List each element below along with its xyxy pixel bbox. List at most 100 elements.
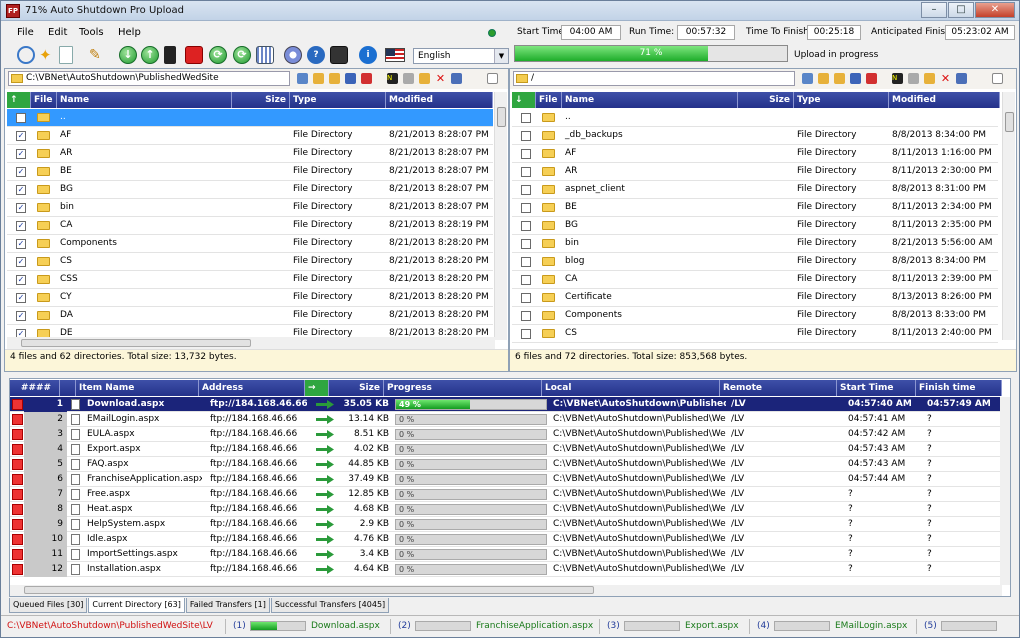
file-row[interactable]: aspnet_client File Directory 8/8/2013 8:31… [512,181,998,199]
row-checkbox[interactable] [521,275,531,285]
queue-row[interactable]: 1 Download.aspx ftp://184.168.46.66 35.05 K… [10,397,1002,412]
row-checkbox[interactable]: ✓ [16,257,26,267]
row-checkbox[interactable] [521,185,531,195]
chevron-down-icon[interactable]: ▼ [494,49,508,63]
row-checkbox[interactable]: ✓ [16,131,26,141]
menu-edit[interactable]: Edit [48,27,67,38]
remote-vscroll[interactable] [1002,92,1015,340]
file-row[interactable]: ✓ BE File Directory 8/21/2013 8:28:07 PM [7,163,493,181]
row-checkbox[interactable]: ✓ [16,167,26,177]
queue-row[interactable]: 11 ImportSettings.aspx ftp://184.168.46.66… [10,547,1002,562]
col-file[interactable]: File [536,92,562,108]
settings-icon[interactable] [284,46,302,64]
row-checkbox[interactable]: ✓ [16,239,26,249]
tab-successful-transfers[interactable]: Successful Transfers [4045] [270,598,390,613]
down-arrow-icon[interactable]: ↓ [512,92,536,108]
folder-up-icon[interactable] [313,73,324,84]
col-size[interactable]: Size [738,92,794,108]
file-row[interactable]: blog File Directory 8/8/2013 8:34:00 PM [512,253,998,271]
row-checkbox[interactable] [521,293,531,303]
tab-queued-files[interactable]: Queued Files [30] [9,598,88,613]
file-row[interactable]: CA File Directory 8/11/2013 2:39:00 PM [512,271,998,289]
queue-row[interactable]: 3 EULA.aspx ftp://184.168.46.66 8.51 KB 0 % C… [10,427,1002,442]
row-checkbox[interactable] [521,167,531,177]
col-modified[interactable]: Modified [889,92,1000,108]
col-remote[interactable]: Remote [720,380,837,396]
queue-vscroll[interactable] [1000,397,1010,585]
col-address[interactable]: Address [199,380,305,396]
row-checkbox[interactable] [521,149,531,159]
doc-icon[interactable] [992,73,1003,84]
menu-help[interactable]: Help [118,27,141,38]
tab-failed-transfers[interactable]: Failed Transfers [1] [185,598,270,613]
filter-icon[interactable]: N [892,73,903,84]
monitor-icon[interactable] [330,46,348,64]
col-type-icon[interactable] [60,380,76,396]
row-checkbox[interactable] [521,113,531,123]
minimize-button[interactable]: – [921,2,947,18]
queue-row[interactable]: 6 FranchiseApplication.aspx ftp://184.168.… [10,472,1002,487]
col-name[interactable]: Name [562,92,738,108]
copy-icon[interactable] [908,73,919,84]
refresh2-icon[interactable]: ⟳ [233,46,251,64]
row-checkbox[interactable]: ✓ [16,293,26,303]
file-row[interactable]: ✓ bin File Directory 8/21/2013 8:28:07 PM [7,199,493,217]
row-checkbox[interactable]: ✓ [16,203,26,213]
file-row[interactable]: .. [512,109,998,127]
file-row[interactable]: BE File Directory 8/11/2013 2:34:00 PM [512,199,998,217]
file-row[interactable]: ✓ BG File Directory 8/21/2013 8:28:07 PM [7,181,493,199]
download-green-icon[interactable]: ↓ [119,46,137,64]
delete-icon[interactable]: ✕ [940,73,951,84]
row-checkbox[interactable]: ✓ [16,185,26,195]
menu-tools[interactable]: Tools [79,27,104,38]
col-name[interactable]: Name [57,92,232,108]
col-file[interactable]: File [31,92,57,108]
stop-pane-icon[interactable] [361,73,372,84]
info-icon[interactable]: i [359,46,377,64]
wand-icon[interactable]: ✦ [39,46,57,64]
row-checkbox[interactable] [521,239,531,249]
queue-row[interactable]: 2 EMailLogin.aspx ftp://184.168.46.66 13.14… [10,412,1002,427]
row-checkbox[interactable] [521,203,531,213]
menu-file[interactable]: File [17,27,34,38]
tab-current-directory[interactable]: Current Directory [63] [88,598,185,613]
up-arrow-icon[interactable]: ↑ [7,92,31,108]
folder-new-icon[interactable] [329,73,340,84]
row-checkbox[interactable]: ✓ [16,311,26,321]
col-type[interactable]: Type [794,92,889,108]
stop-pane-icon[interactable] [866,73,877,84]
file-row[interactable]: .. [7,109,493,127]
row-checkbox[interactable] [16,113,26,123]
refresh-pane-icon[interactable] [345,73,356,84]
file-row[interactable]: ✓ Components File Directory 8/21/2013 8:28:… [7,235,493,253]
stop-icon[interactable] [185,46,203,64]
grid-icon[interactable] [256,46,274,64]
properties-icon[interactable] [451,73,462,84]
file-row[interactable]: AF File Directory 8/11/2013 1:16:00 PM [512,145,998,163]
file-row[interactable]: ✓ CY File Directory 8/21/2013 8:28:20 PM [7,289,493,307]
file-row[interactable]: _db_backups File Directory 8/8/2013 8:34:0… [512,127,998,145]
folder-open-icon[interactable] [419,73,430,84]
doc-icon[interactable] [487,73,498,84]
local-path-field[interactable]: C:\VBNet\AutoShutdown\PublishedWedSite [8,71,290,86]
close-button[interactable]: ✕ [975,2,1015,18]
col-type[interactable]: Type [290,92,386,108]
file-row[interactable]: BG File Directory 8/11/2013 2:35:00 PM [512,217,998,235]
file-row[interactable]: bin File Directory 8/21/2013 5:56:00 AM [512,235,998,253]
file-row[interactable]: ✓ AR File Directory 8/21/2013 8:28:07 PM [7,145,493,163]
local-vscroll[interactable] [494,92,507,340]
file-row[interactable]: ✓ CA File Directory 8/21/2013 8:28:19 PM [7,217,493,235]
queue-row[interactable]: 10 Idle.aspx ftp://184.168.46.66 4.76 KB 0 %… [10,532,1002,547]
copy-icon[interactable] [403,73,414,84]
row-checkbox[interactable] [521,131,531,141]
properties-icon[interactable] [956,73,967,84]
upload-green-icon[interactable]: ↑ [141,46,159,64]
view-icon[interactable] [802,73,813,84]
queue-row[interactable]: 4 Export.aspx ftp://184.168.46.66 4.02 KB 0 … [10,442,1002,457]
queue-row[interactable]: 8 Heat.aspx ftp://184.168.46.66 4.68 KB 0 % C… [10,502,1002,517]
file-row[interactable]: ✓ DA File Directory 8/21/2013 8:28:20 PM [7,307,493,325]
delete-icon[interactable]: ✕ [435,73,446,84]
row-checkbox[interactable] [521,221,531,231]
maximize-button[interactable]: □ [948,2,974,18]
row-checkbox[interactable] [521,329,531,339]
